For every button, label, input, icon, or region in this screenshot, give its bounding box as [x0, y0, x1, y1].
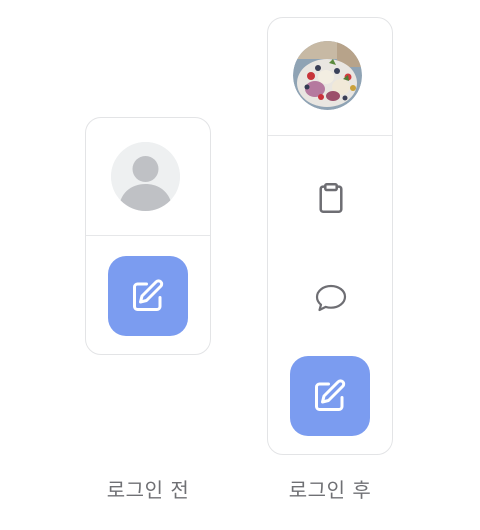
profile-avatar[interactable]: [293, 41, 362, 110]
edit-icon: [315, 379, 346, 411]
profile-photo: [293, 41, 362, 110]
comparison-stage: 로그인 전 로그인 후: [0, 0, 480, 530]
default-avatar[interactable]: [111, 142, 180, 211]
edit-icon: [133, 279, 164, 311]
compose-button[interactable]: [290, 356, 370, 436]
clipboard-icon: [319, 183, 343, 213]
divider: [86, 235, 210, 236]
divider: [268, 135, 392, 136]
sidebar-before-login: [85, 117, 211, 355]
chat-bubble-icon: [315, 284, 347, 312]
caption-after-login: 로그인 후: [288, 478, 372, 502]
compose-button[interactable]: [108, 256, 188, 336]
chat-nav-button[interactable]: [311, 278, 351, 318]
sidebar-after-login: [267, 17, 393, 455]
caption-before-login: 로그인 전: [106, 478, 190, 502]
board-nav-button[interactable]: [311, 178, 351, 218]
default-user-icon: [111, 142, 180, 211]
